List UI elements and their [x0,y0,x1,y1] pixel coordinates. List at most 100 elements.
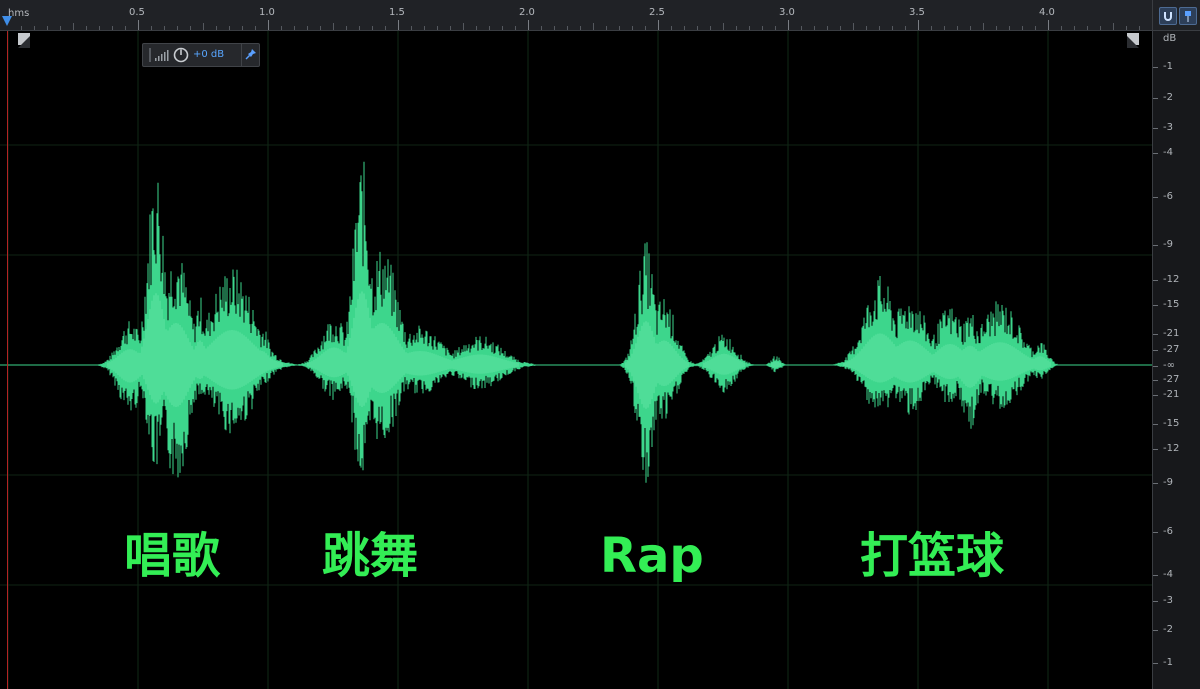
db-tick [1153,350,1158,351]
db-tick [1153,98,1158,99]
ruler-minor-tick [814,26,815,30]
db-tick [1153,424,1158,425]
ruler-minor-tick [203,23,204,30]
db-label: -6 [1163,526,1173,537]
overlay-word-4: 打篮球 [860,528,1005,584]
ruler-minor-tick [931,26,932,30]
ruler-minor-tick [736,26,737,30]
ruler-minor-tick [164,26,165,30]
ruler-minor-tick [60,26,61,30]
db-label: -27 [1163,344,1180,355]
db-tick [1153,197,1158,198]
ruler-minor-tick [450,26,451,30]
ruler-minor-tick [996,26,997,30]
ruler-minor-tick [216,26,217,30]
ruler-minor-tick [827,26,828,30]
ruler-minor-tick [801,26,802,30]
hud-gain-control[interactable]: +0 dB [142,43,260,67]
ruler-tick-label: 4.0 [1039,7,1055,18]
ruler-minor-tick [255,26,256,30]
ruler-minor-tick [437,26,438,30]
ruler-minor-tick [320,26,321,30]
ruler-minor-tick [970,26,971,30]
ruler-minor-tick [866,26,867,30]
ruler-minor-tick [424,26,425,30]
ruler-minor-tick [73,23,74,30]
db-label: -4 [1163,147,1173,158]
db-tick [1153,153,1158,154]
ruler-minor-tick [502,26,503,30]
db-tick [1153,305,1158,306]
ruler-minor-tick [359,26,360,30]
ruler-minor-tick [86,26,87,30]
db-tick [1153,380,1158,381]
waveform-display[interactable] [0,31,1152,689]
ruler-minor-tick [892,26,893,30]
ruler-major-tick [268,20,269,30]
ruler-minor-tick [1113,23,1114,30]
ruler-minor-tick [632,26,633,30]
db-tick [1153,575,1158,576]
ruler-major-tick [398,20,399,30]
waveform-path [98,161,1058,483]
ruler-minor-tick [749,26,750,30]
ruler-minor-tick [99,26,100,30]
snap-magnet-icon[interactable] [1159,7,1177,25]
db-tick [1153,601,1158,602]
ruler-minor-tick [125,26,126,30]
db-label: -9 [1163,239,1173,250]
ruler-minor-tick [710,26,711,30]
ruler-minor-tick [580,26,581,30]
pin-icon[interactable] [245,48,257,62]
right-header [1152,0,1200,31]
ruler-minor-tick [619,26,620,30]
gain-value[interactable]: +0 dB [193,49,224,60]
ruler-minor-tick [983,23,984,30]
db-label: -1 [1163,657,1173,668]
ruler-minor-tick [567,26,568,30]
db-label: -27 [1163,374,1180,385]
level-meter-icon [149,48,169,62]
ruler-minor-tick [723,23,724,30]
db-label: -12 [1163,443,1180,454]
ruler-minor-tick [671,26,672,30]
db-label: -2 [1163,92,1173,103]
ruler-minor-tick [957,26,958,30]
ruler-minor-tick [1139,26,1140,30]
zoom-corner-icon[interactable] [1127,33,1139,48]
ruler-minor-tick [1009,26,1010,30]
ruler-minor-tick [1074,26,1075,30]
db-tick [1153,532,1158,533]
ruler-minor-tick [411,26,412,30]
db-tick [1153,395,1158,396]
ruler-tick-label: 2.0 [519,7,535,18]
ruler-minor-tick [1061,26,1062,30]
ruler-tick-label: 0.5 [129,7,145,18]
ruler-minor-tick [1035,26,1036,30]
ruler-minor-tick [606,26,607,30]
ruler-major-tick [658,20,659,30]
db-tick [1153,663,1158,664]
ruler-minor-tick [476,26,477,30]
playhead-icon[interactable] [2,16,12,26]
gain-knob-icon[interactable] [173,47,189,63]
time-ruler[interactable]: hms 0.5 1.0 1.5 2.0 2.5 3.0 3.5 4.0 [0,0,1152,31]
db-unit-label: dB [1163,33,1177,44]
db-label: -9 [1163,477,1173,488]
db-label: -2 [1163,624,1173,635]
marker-pin-icon[interactable] [1179,7,1197,25]
db-scale[interactable]: dB -1 -2 -3 -4 -6 -9 -12 -15 -21 -27 -∞ -27 -21 -15 -1… [1152,31,1200,689]
db-tick [1153,245,1158,246]
ruler-minor-tick [34,26,35,30]
zoom-corner-icon[interactable] [18,33,30,48]
db-tick [1153,128,1158,129]
ruler-minor-tick [47,26,48,30]
db-label: -4 [1163,569,1173,580]
ruler-minor-tick [281,26,282,30]
ruler-minor-tick [541,26,542,30]
ruler-minor-tick [333,23,334,30]
ruler-minor-tick [944,26,945,30]
ruler-minor-tick [762,26,763,30]
overlay-word-1: 唱歌 [124,528,221,584]
ruler-major-tick [788,20,789,30]
